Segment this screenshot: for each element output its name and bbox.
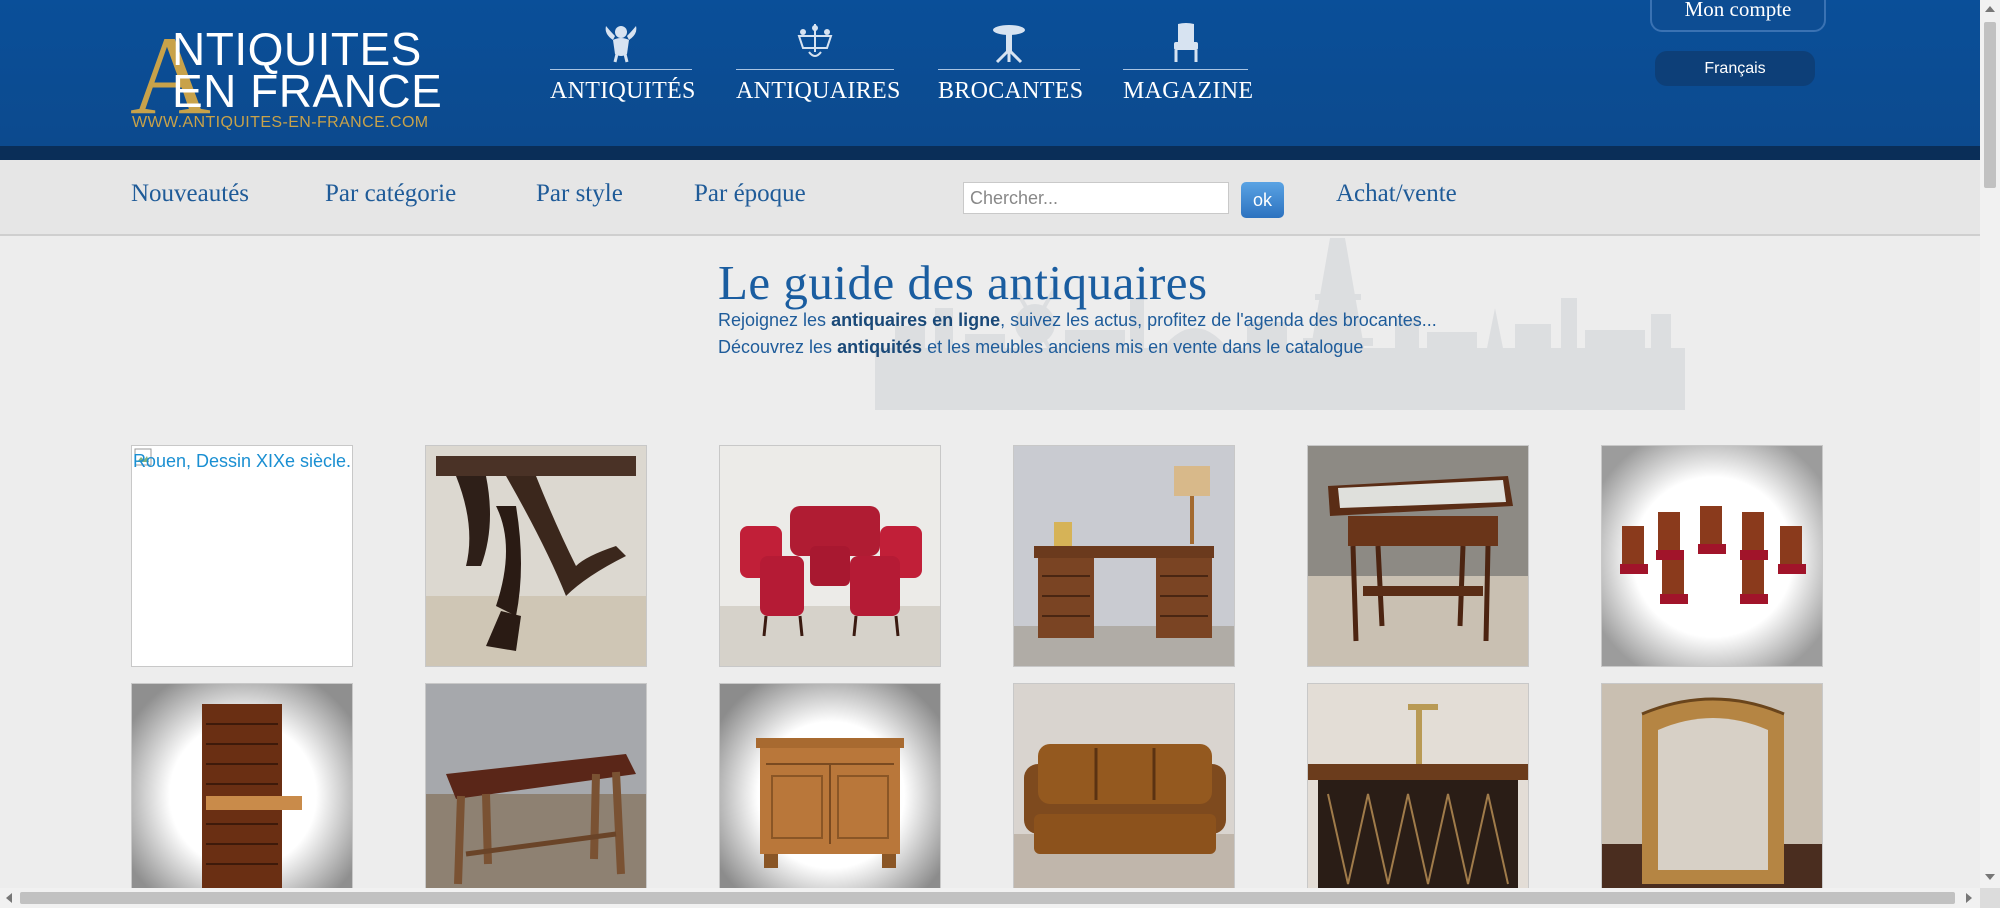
main-nav-label: BROCANTES [938, 78, 1084, 104]
scroll-left-icon[interactable] [6, 893, 12, 903]
scroll-right-icon[interactable] [1966, 893, 1972, 903]
secondary-nav: Nouveautés Par catégorie Par style Par é… [0, 160, 1980, 236]
image-alt-text: Rouen, Dessin XIXe siècle. [132, 451, 352, 471]
nav-rule [938, 69, 1080, 70]
intro-paragraph-1: Rejoignez les antiquaires en ligne, suiv… [718, 310, 1437, 331]
account-label: Mon compte [1684, 0, 1792, 21]
main-nav-magazine[interactable]: MAGAZINE [1123, 22, 1254, 112]
main-nav-brocantes[interactable]: BROCANTES [938, 22, 1084, 112]
vertical-scroll-thumb[interactable] [1984, 22, 1996, 188]
intro-text: et les meubles anciens mis en vente dans… [922, 337, 1364, 357]
product-thumb-leather-sofa[interactable] [1013, 683, 1235, 888]
main-nav-label: ANTIQUAIRES [736, 78, 901, 104]
intro-text: Découvrez les [718, 337, 838, 357]
header-strip [0, 146, 1980, 160]
product-thumb-broken[interactable]: Rouen, Dessin XIXe siècle. [131, 445, 353, 667]
product-thumb-secretary[interactable] [131, 683, 353, 888]
intro-text: , suivez les actus, profitez de l'agenda… [1000, 310, 1437, 330]
logo-line-2: EN FRANCE [172, 65, 443, 117]
search-input[interactable] [963, 182, 1229, 214]
logo-url: WWW.ANTIQUITES-EN-FRANCE.COM [132, 114, 429, 131]
scroll-down-icon[interactable] [1985, 874, 1995, 880]
subnav-par-epoque[interactable]: Par époque [694, 180, 806, 208]
page-title: Le guide des antiquaires [718, 255, 1208, 310]
armchair-icon [1173, 23, 1198, 62]
scrollbar-corner [1980, 888, 2000, 908]
product-thumb-gilt-mirror[interactable] [1601, 683, 1823, 888]
main-nav-antiquaires[interactable]: ANTIQUAIRES [736, 22, 901, 112]
chandelier-icon [797, 24, 833, 57]
browser-viewport: A NTIQUITES EN FRANCE WWW.ANTIQUITES-EN-… [0, 0, 2000, 908]
product-thumb-salon[interactable] [719, 445, 941, 667]
subnav-par-style[interactable]: Par style [536, 180, 623, 208]
site-header: A NTIQUITES EN FRANCE WWW.ANTIQUITES-EN-… [0, 0, 1980, 146]
horizontal-scroll-thumb[interactable] [20, 892, 1955, 904]
scroll-up-icon[interactable] [1985, 6, 1995, 12]
product-thumb-farm-table[interactable] [425, 683, 647, 888]
product-thumb-desk[interactable] [1013, 445, 1235, 667]
main-nav-label: MAGAZINE [1123, 78, 1254, 104]
product-thumb-sideboard[interactable] [719, 683, 941, 888]
nav-rule [1123, 69, 1248, 70]
horizontal-scrollbar[interactable] [0, 888, 1980, 908]
main-nav-antiquites[interactable]: ANTIQUITÉS [550, 22, 696, 112]
language-selector[interactable]: Français [1655, 51, 1815, 86]
product-thumb-bar-counter[interactable] [1307, 683, 1529, 888]
vertical-scrollbar[interactable] [1980, 0, 2000, 888]
intro-link-antiquites[interactable]: antiquités [837, 337, 922, 357]
subnav-par-categorie[interactable]: Par catégorie [325, 180, 456, 208]
main-nav-label: ANTIQUITÉS [550, 78, 696, 104]
site-logo[interactable]: A NTIQUITES EN FRANCE WWW.ANTIQUITES-EN-… [130, 20, 460, 136]
intro-paragraph-2: Découvrez les antiquités et les meubles … [718, 337, 1363, 358]
subnav-nouveautes[interactable]: Nouveautés [131, 180, 249, 208]
intro-text: Rejoignez les [718, 310, 832, 330]
nav-rule [736, 69, 894, 70]
nav-rule [550, 69, 692, 70]
pedestal-table-icon [993, 25, 1025, 64]
intro-link-antiquaires[interactable]: antiquaires en ligne [831, 310, 1000, 330]
page: A NTIQUITES EN FRANCE WWW.ANTIQUITES-EN-… [0, 0, 1980, 888]
product-thumb-console[interactable] [425, 445, 647, 667]
product-thumb-marble-table[interactable] [1307, 445, 1529, 667]
subnav-achat-vente[interactable]: Achat/vente [1336, 180, 1457, 208]
product-thumb-chairs[interactable] [1601, 445, 1823, 667]
account-button[interactable]: Mon compte [1650, 0, 1826, 32]
search-ok-button[interactable]: ok [1241, 182, 1284, 218]
cherub-icon [605, 26, 637, 63]
